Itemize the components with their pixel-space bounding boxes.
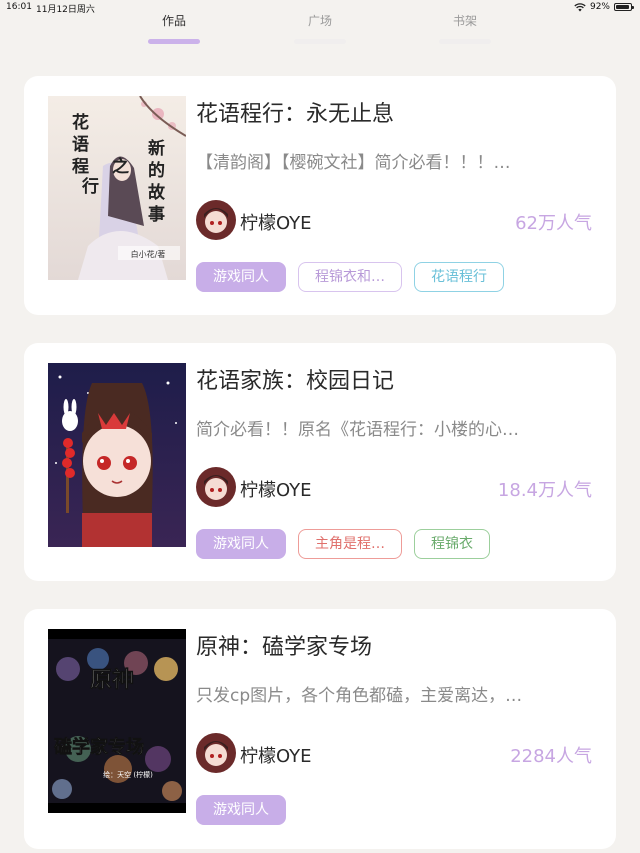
tab-active-indicator bbox=[148, 39, 200, 44]
tab-bookshelf-label: 书架 bbox=[452, 14, 477, 28]
tag[interactable]: 游戏同人 bbox=[196, 262, 286, 292]
tag[interactable]: 程锦衣 bbox=[414, 529, 490, 559]
work-description: 只发cp图片，各个角色都磕，主爱离达，… bbox=[196, 686, 523, 706]
work-card[interactable]: 原神 磕学家专场 绘：天空 (柠檬) 原神：磕学家专场 只发cp图片，各个角色都… bbox=[24, 609, 616, 849]
work-card[interactable]: 白小花/著 花 语 程 行 之 新 的 故 事 花语程行：永无止息 【清韵阁】【… bbox=[24, 76, 616, 315]
tag[interactable]: 主角是程… bbox=[298, 529, 402, 559]
author-name[interactable]: 柠檬OYE bbox=[240, 209, 312, 235]
tab-indicator bbox=[294, 39, 346, 44]
tag[interactable]: 程锦衣和… bbox=[298, 262, 402, 292]
avatar[interactable] bbox=[196, 733, 236, 773]
avatar[interactable] bbox=[196, 200, 236, 240]
svg-text:绘：天空 (柠檬): 绘：天空 (柠檬) bbox=[103, 770, 153, 779]
cover-title-char: 程 bbox=[72, 157, 89, 177]
cover-title-char: 故 bbox=[148, 182, 166, 203]
author-row[interactable]: 柠檬OYE 18.4万人气 bbox=[196, 467, 592, 511]
tab-works-label: 作品 bbox=[161, 14, 186, 28]
cover-title-char: 行 bbox=[81, 176, 99, 197]
avatar[interactable] bbox=[196, 467, 236, 507]
author-row[interactable]: 柠檬OYE 2284人气 bbox=[196, 733, 592, 777]
cover-title-char: 之 bbox=[112, 156, 129, 177]
tab-square[interactable]: 广场 bbox=[290, 12, 350, 44]
popularity-count: 18.4万人气 bbox=[497, 480, 592, 501]
work-cover-image[interactable]: 原神 磕学家专场 绘：天空 (柠檬) bbox=[48, 629, 186, 813]
tag[interactable]: 花语程行 bbox=[414, 262, 504, 292]
tag-list: 游戏同人 bbox=[196, 795, 286, 825]
cover-title-char: 语 bbox=[72, 135, 89, 155]
cover-title-char: 的 bbox=[148, 160, 165, 181]
cover-title-char: 新 bbox=[148, 138, 165, 159]
work-title[interactable]: 花语家族：校园日记 bbox=[196, 363, 394, 395]
tag-list: 游戏同人 程锦衣和… 花语程行 bbox=[196, 262, 504, 292]
cover-title-char: 事 bbox=[148, 205, 165, 225]
author-name[interactable]: 柠檬OYE bbox=[240, 476, 312, 502]
work-title[interactable]: 花语程行：永无止息 bbox=[196, 96, 394, 128]
cover-title-text: 磕学家专场 bbox=[54, 736, 144, 758]
tab-bar: 作品 广场 书架 bbox=[0, 6, 640, 46]
author-row[interactable]: 柠檬OYE 62万人气 bbox=[196, 200, 592, 244]
popularity-count: 2284人气 bbox=[510, 746, 592, 767]
tag[interactable]: 游戏同人 bbox=[196, 529, 286, 559]
cover-title-char: 花 bbox=[72, 112, 89, 133]
tab-bookshelf[interactable]: 书架 bbox=[435, 12, 495, 44]
author-name[interactable]: 柠檬OYE bbox=[240, 742, 312, 768]
work-card[interactable]: 花语家族：校园日记 简介必看！！原名《花语程行：小楼的心… 柠檬OYE 18.4… bbox=[24, 343, 616, 581]
work-cover-image[interactable] bbox=[48, 363, 186, 547]
work-cover-image[interactable]: 白小花/著 花 语 程 行 之 新 的 故 事 bbox=[48, 96, 186, 280]
work-description: 简介必看！！原名《花语程行：小楼的心… bbox=[196, 420, 519, 440]
svg-text:白小花/著: 白小花/著 bbox=[131, 249, 166, 259]
cover-title-text: 原神 bbox=[90, 667, 134, 693]
work-description: 【清韵阁】【樱碗文社】简介必看！！！… bbox=[196, 153, 511, 173]
work-title[interactable]: 原神：磕学家专场 bbox=[196, 629, 372, 661]
tag[interactable]: 游戏同人 bbox=[196, 795, 286, 825]
popularity-count: 62万人气 bbox=[515, 213, 592, 234]
tag-list: 游戏同人 主角是程… 程锦衣 bbox=[196, 529, 490, 559]
tab-indicator bbox=[439, 39, 491, 44]
tab-square-label: 广场 bbox=[307, 14, 332, 28]
tab-works[interactable]: 作品 bbox=[144, 12, 204, 44]
